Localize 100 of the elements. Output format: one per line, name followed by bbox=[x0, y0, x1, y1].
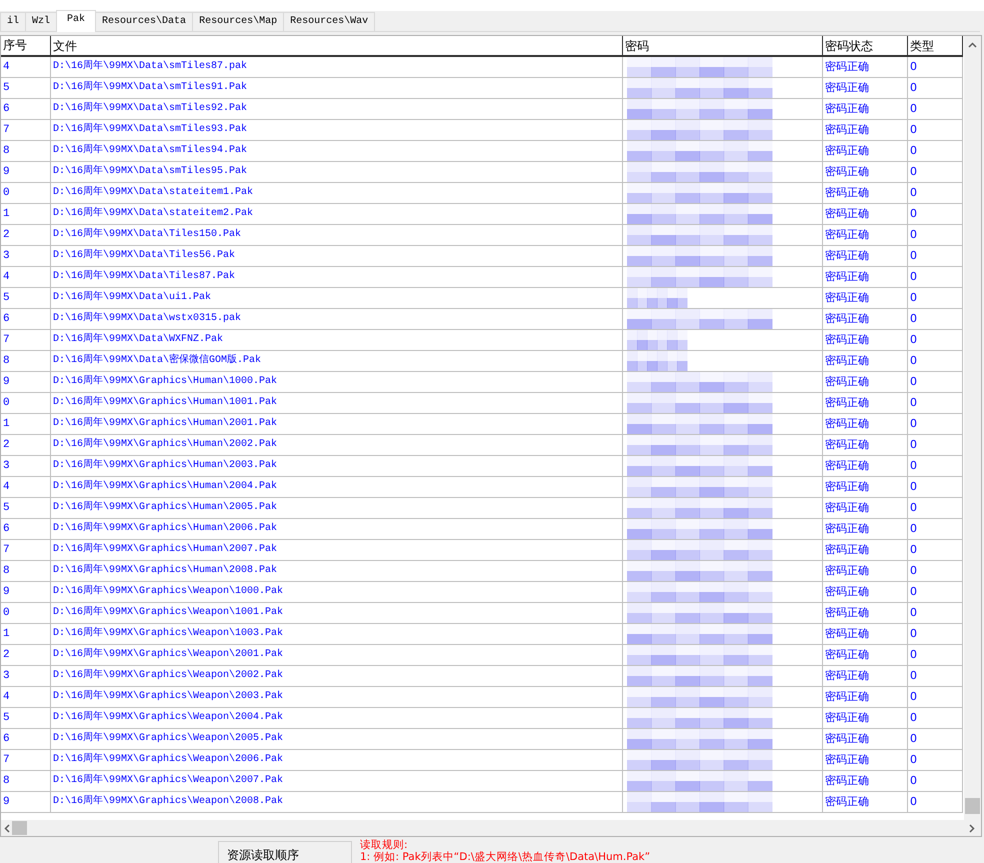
table-cell: 密码正确 bbox=[823, 750, 908, 771]
table-cell: 密码正确 bbox=[823, 519, 908, 540]
table-cell: 密码正确 bbox=[823, 414, 908, 435]
vertical-scrollbar[interactable] bbox=[964, 36, 981, 820]
table-cell: 0 bbox=[908, 477, 963, 498]
table-cell: 0 bbox=[908, 729, 963, 750]
table-cell: D:\16周年\99MX\Data\Tiles87.Pak bbox=[51, 267, 623, 288]
table-cell: 密码正确 bbox=[823, 771, 908, 792]
table-cell: 9 bbox=[1, 792, 51, 813]
table-cell: 0 bbox=[1, 393, 51, 414]
table-cell: D:\16周年\99MX\Data\stateitem2.Pak bbox=[51, 204, 623, 225]
table-cell: D:\16周年\99MX\Data\stateitem1.Pak bbox=[51, 183, 623, 204]
table-cell: 0 bbox=[908, 687, 963, 708]
table-cell: 0 bbox=[908, 246, 963, 267]
table-cell: 0 bbox=[1, 183, 51, 204]
table-cell: D:\16周年\99MX\Graphics\Weapon\2005.Pak bbox=[51, 729, 623, 750]
column-header[interactable]: 密码 bbox=[623, 36, 823, 57]
table-cell: 2 bbox=[1, 225, 51, 246]
table-cell: 密码正确 bbox=[823, 435, 908, 456]
scroll-thumb[interactable] bbox=[965, 798, 980, 814]
rules-title: 读取规则: bbox=[360, 839, 409, 851]
table-cell: 3 bbox=[1, 456, 51, 477]
table-cell: 8 bbox=[1, 351, 51, 372]
table-cell: D:\16周年\99MX\Graphics\Human\2008.Pak bbox=[51, 561, 623, 582]
table-cell: 密码正确 bbox=[823, 477, 908, 498]
table-cell: 0 bbox=[908, 225, 963, 246]
table-cell: D:\16周年\99MX\Graphics\Human\2006.Pak bbox=[51, 519, 623, 540]
table-cell: D:\16周年\99MX\Data\smTiles92.Pak bbox=[51, 99, 623, 120]
table-cell: 0 bbox=[908, 141, 963, 162]
table-cell: D:\16周年\99MX\Graphics\Weapon\1001.Pak bbox=[51, 603, 623, 624]
table-cell: 密码正确 bbox=[823, 624, 908, 645]
horizontal-scrollbar[interactable] bbox=[1, 820, 981, 836]
table-cell: 0 bbox=[908, 288, 963, 309]
table-cell: D:\16周年\99MX\Graphics\Weapon\1003.Pak bbox=[51, 624, 623, 645]
scroll-up-icon[interactable] bbox=[968, 42, 977, 48]
table-cell: D:\16周年\99MX\Graphics\Human\2001.Pak bbox=[51, 414, 623, 435]
table-cell: 0 bbox=[908, 603, 963, 624]
column-header[interactable]: 文件 bbox=[51, 36, 623, 57]
table-cell: 密码正确 bbox=[823, 393, 908, 414]
table-cell: 密码正确 bbox=[823, 687, 908, 708]
table-cell: D:\16周年\99MX\Graphics\Weapon\2001.Pak bbox=[51, 645, 623, 666]
table-cell: 6 bbox=[1, 309, 51, 330]
table-cell: 0 bbox=[908, 645, 963, 666]
table-cell: 密码正确 bbox=[823, 183, 908, 204]
column-header[interactable]: 密码状态 bbox=[823, 36, 908, 57]
table-cell: 0 bbox=[908, 582, 963, 603]
scroll-thumb[interactable] bbox=[12, 821, 27, 835]
table-cell: 4 bbox=[1, 477, 51, 498]
table-cell: D:\16周年\99MX\Graphics\Weapon\2008.Pak bbox=[51, 792, 623, 813]
table-cell: D:\16周年\99MX\Graphics\Weapon\2007.Pak bbox=[51, 771, 623, 792]
table-cell: D:\16周年\99MX\Graphics\Weapon\2002.Pak bbox=[51, 666, 623, 687]
table-cell: 0 bbox=[908, 330, 963, 351]
table-cell: 5 bbox=[1, 78, 51, 99]
table-cell: 密码正确 bbox=[823, 162, 908, 183]
scroll-left-icon[interactable] bbox=[4, 824, 10, 832]
table-cell: 0 bbox=[908, 540, 963, 561]
table-cell: 密码正确 bbox=[823, 456, 908, 477]
table-cell: 密码正确 bbox=[823, 666, 908, 687]
table-cell: D:\16周年\99MX\Data\smTiles94.Pak bbox=[51, 141, 623, 162]
table-cell: 6 bbox=[1, 519, 51, 540]
table-cell: 密码正确 bbox=[823, 309, 908, 330]
table-cell: 密码正确 bbox=[823, 288, 908, 309]
scroll-right-icon[interactable] bbox=[969, 824, 975, 832]
table-cell: 0 bbox=[908, 435, 963, 456]
tab[interactable]: il bbox=[0, 12, 26, 31]
table-cell: 0 bbox=[908, 792, 963, 813]
table-cell: 8 bbox=[1, 141, 51, 162]
table-cell: D:\16周年\99MX\Data\密保微信GOM版.Pak bbox=[51, 351, 623, 372]
column-header[interactable]: 序号 bbox=[1, 36, 51, 57]
table-cell: 4 bbox=[1, 267, 51, 288]
table-cell: 0 bbox=[908, 519, 963, 540]
table-cell: 密码正确 bbox=[823, 792, 908, 813]
table-cell: 5 bbox=[1, 288, 51, 309]
table-cell: 0 bbox=[908, 414, 963, 435]
table-cell: D:\16周年\99MX\Graphics\Weapon\2003.Pak bbox=[51, 687, 623, 708]
table-cell: D:\16周年\99MX\Data\Tiles56.Pak bbox=[51, 246, 623, 267]
table-cell: 8 bbox=[1, 561, 51, 582]
table-cell: 密码正确 bbox=[823, 351, 908, 372]
table-cell: 密码正确 bbox=[823, 78, 908, 99]
table-cell: D:\16周年\99MX\Graphics\Weapon\1000.Pak bbox=[51, 582, 623, 603]
table-cell: 密码正确 bbox=[823, 645, 908, 666]
table-cell: 0 bbox=[908, 393, 963, 414]
table-cell: 密码正确 bbox=[823, 267, 908, 288]
table-cell: 0 bbox=[908, 267, 963, 288]
table-cell: 7 bbox=[1, 540, 51, 561]
table-cell: 9 bbox=[1, 372, 51, 393]
table-cell: 密码正确 bbox=[823, 330, 908, 351]
table-cell: D:\16周年\99MX\Graphics\Human\2003.Pak bbox=[51, 456, 623, 477]
table-cell: 0 bbox=[908, 456, 963, 477]
table-cell: 1 bbox=[1, 414, 51, 435]
table-cell: 密码正确 bbox=[823, 498, 908, 519]
table-cell: 密码正确 bbox=[823, 603, 908, 624]
table-cell: 0 bbox=[908, 750, 963, 771]
group-box-label: 资源读取顺序 bbox=[218, 841, 352, 863]
tab[interactable]: Pak bbox=[56, 10, 96, 32]
table-cell: 2 bbox=[1, 435, 51, 456]
table-cell: 密码正确 bbox=[823, 225, 908, 246]
table-cell: 7 bbox=[1, 330, 51, 351]
tab[interactable]: Resources\Wav bbox=[283, 12, 376, 31]
table-cell: 密码正确 bbox=[823, 582, 908, 603]
